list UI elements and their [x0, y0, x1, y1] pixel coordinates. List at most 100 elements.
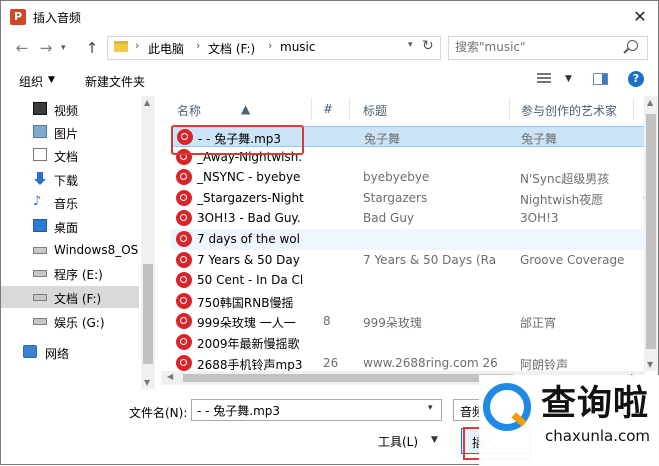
scrollbar-thumb[interactable] — [183, 374, 513, 382]
file-row[interactable]: 3OH!3 - Bad Guy. Bad Guy 3OH!3 — [171, 208, 645, 229]
nav-item-drive-e[interactable]: 程序 (E:) — [1, 262, 139, 284]
close-button[interactable]: ✕ — [629, 7, 651, 27]
column-header-artist[interactable]: 参与创作的艺术家 — [521, 102, 617, 119]
column-header-title[interactable]: 标题 — [363, 102, 387, 119]
tools-menu[interactable]: 工具(L) — [378, 433, 418, 450]
preview-pane-icon[interactable] — [593, 73, 608, 85]
sort-ascending-icon: ▲ — [241, 102, 251, 116]
refresh-icon[interactable]: ↻ — [422, 38, 434, 54]
back-arrow-icon[interactable]: ← — [13, 39, 31, 57]
nav-item-drive-f[interactable]: 文档 (F:) — [1, 286, 139, 308]
breadcrumb-separator-icon[interactable]: › — [268, 39, 272, 52]
file-row[interactable]: 2688手机铃声mp3 26 www.2688ring.com 26 阿朗铃声 — [171, 353, 645, 371]
file-row[interactable]: 7 Years & 50 Day 7 Years & 50 Days (Ra Gro… — [171, 250, 645, 271]
file-artist: 邰正宵 — [520, 316, 557, 331]
new-folder-button[interactable]: 新建文件夹 — [85, 73, 145, 90]
recent-locations-chevron-icon[interactable]: ▾ — [61, 39, 66, 57]
scroll-up-arrow-icon[interactable]: ▲ — [647, 98, 653, 107]
address-dropdown-chevron-icon[interactable]: ▾ — [408, 40, 413, 50]
breadcrumb-separator-icon[interactable]: › — [135, 39, 139, 52]
column-header-row: ▲ 名称 # 标题 参与创作的艺术家 — [161, 96, 645, 122]
file-name: 2688手机铃声mp3 — [197, 357, 303, 371]
scroll-left-arrow-icon[interactable]: ◀ — [167, 372, 173, 381]
filename-input[interactable] — [197, 402, 417, 418]
selected-file-annotation-box — [171, 125, 304, 155]
organize-chevron-icon[interactable]: ▼ — [48, 75, 55, 85]
network-icon — [23, 345, 37, 358]
nav-item-pictures[interactable]: 图片 — [1, 121, 139, 143]
breadcrumb-music[interactable]: music — [280, 40, 315, 54]
file-name: _NSYNC - byebye — [197, 170, 301, 185]
file-row[interactable]: 750韩国RNB慢摇 — [171, 291, 645, 312]
navigation-scrollbar[interactable]: ▲ ▼ — [141, 96, 155, 389]
site-watermark: 查询啦 chaxunla.com — [479, 375, 659, 466]
nav-item-drive-g[interactable]: 娱乐 (G:) — [1, 310, 139, 332]
column-header-number[interactable]: # — [323, 102, 333, 116]
nav-item-windows8-os[interactable]: Windows8_OS — [1, 239, 139, 261]
watermark-english-text: chaxunla.com — [545, 427, 650, 445]
help-icon[interactable]: ? — [628, 71, 644, 87]
scrollbar-thumb[interactable] — [646, 114, 656, 349]
forward-arrow-icon[interactable]: → — [37, 39, 55, 57]
breadcrumb-this-pc[interactable]: 此电脑 — [148, 40, 184, 57]
search-box[interactable] — [448, 36, 648, 60]
audio-file-icon — [176, 313, 192, 330]
nav-label: 视频 — [54, 104, 79, 118]
drive-icon — [33, 247, 47, 254]
file-name: _Stargazers-Night — [197, 190, 304, 205]
nav-label: Windows8_OS — [54, 243, 139, 257]
view-options-chevron-icon[interactable]: ▼ — [565, 74, 572, 84]
file-row[interactable]: 2009年最新慢摇歌 — [171, 332, 645, 353]
up-arrow-icon[interactable]: ↑ — [83, 39, 101, 57]
file-row[interactable]: _NSYNC - byebye byebyebye N'Sync超级男孩 — [171, 167, 645, 188]
file-name: 999朵玫瑰 一人一 — [197, 316, 296, 331]
view-options-icon[interactable] — [537, 73, 551, 85]
file-title: 7 Years & 50 Days (Ra — [363, 252, 497, 267]
file-title: 999朵玫瑰 — [363, 316, 422, 331]
filename-dropdown-chevron-icon[interactable]: ▾ — [428, 403, 433, 413]
address-bar[interactable]: › 此电脑 › 文档 (F:) › music ▾ ↻ — [107, 36, 441, 60]
file-title: Stargazers — [363, 190, 428, 205]
column-header-name[interactable]: 名称 — [177, 102, 201, 119]
scroll-up-arrow-icon[interactable]: ▲ — [144, 98, 150, 107]
folder-icon — [114, 41, 128, 52]
tools-chevron-icon[interactable]: ▼ — [431, 435, 438, 445]
breadcrumb-drive-f[interactable]: 文档 (F:) — [208, 40, 255, 57]
column-divider[interactable] — [311, 98, 312, 120]
file-list-scrollbar[interactable]: ▲ ▼ — [644, 96, 658, 371]
file-track-number: 8 — [323, 314, 331, 329]
nav-item-music[interactable]: ♪ 音乐 — [1, 191, 139, 213]
file-name: 7 days of the wol — [197, 232, 300, 246]
nav-item-documents[interactable]: 文档 — [1, 144, 139, 166]
nav-item-videos[interactable]: 视频 — [1, 98, 139, 120]
filename-field[interactable]: ▾ — [191, 399, 442, 421]
nav-item-desktop[interactable]: 桌面 — [1, 215, 139, 237]
search-input[interactable] — [455, 39, 615, 55]
audio-file-icon — [176, 354, 192, 371]
file-artist: 兔子舞 — [521, 132, 558, 146]
file-track-number: 26 — [323, 355, 339, 370]
file-row[interactable]: 50 Cent - In Da Cl — [171, 270, 645, 291]
video-icon — [33, 102, 47, 115]
search-icon[interactable] — [627, 40, 638, 51]
scrollbar-thumb[interactable] — [143, 264, 153, 364]
file-artist: N'Sync超级男孩 — [520, 172, 610, 187]
file-artist: Nightwish夜愿 — [520, 192, 604, 207]
file-row[interactable]: 999朵玫瑰 一人一 8 999朵玫瑰 邰正宵 — [171, 311, 645, 332]
nav-label: 文档 — [54, 150, 79, 164]
file-row[interactable]: _Stargazers-NightStargazersNightwish夜愿G — [171, 188, 645, 209]
organize-menu[interactable]: 组织 — [19, 73, 43, 90]
file-row[interactable]: 7 days of the wol — [171, 229, 645, 250]
scroll-down-arrow-icon[interactable]: ▼ — [647, 360, 653, 369]
column-divider[interactable] — [633, 98, 634, 120]
nav-label: 下载 — [54, 174, 79, 188]
breadcrumb-separator-icon[interactable]: › — [196, 39, 200, 52]
column-divider[interactable] — [349, 98, 350, 120]
nav-item-downloads[interactable]: 下载 — [1, 168, 139, 190]
music-icon: ♪ — [33, 194, 42, 209]
file-title: byebyebye — [363, 170, 430, 185]
audio-file-icon — [176, 231, 192, 247]
scroll-down-arrow-icon[interactable]: ▼ — [144, 378, 150, 387]
nav-item-network[interactable]: 网络 — [1, 341, 139, 363]
column-divider[interactable] — [509, 98, 510, 120]
